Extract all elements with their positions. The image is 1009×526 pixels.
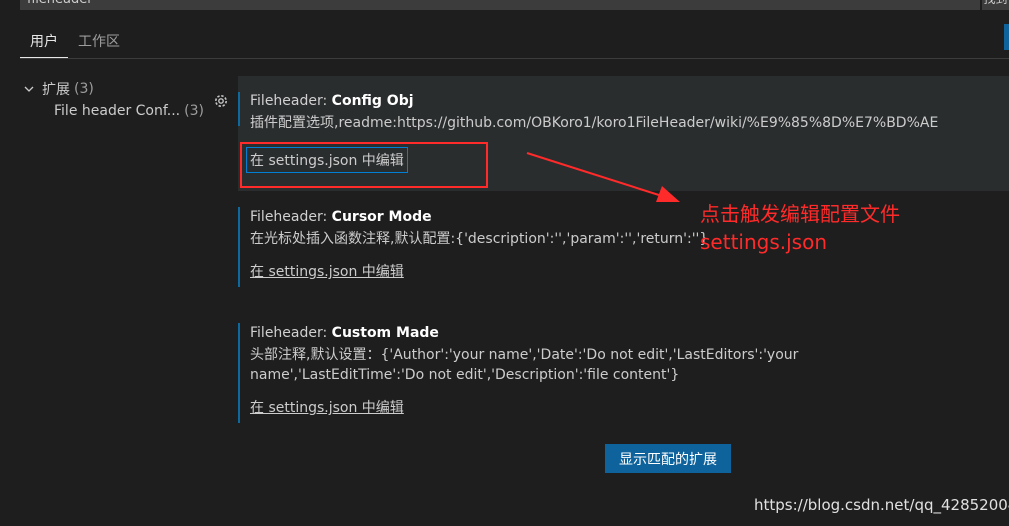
settings-toc: 扩展 (3) File header Conf... (3) <box>20 78 210 122</box>
toc-item-count: (3) <box>74 81 94 97</box>
setting-category: Fileheader: <box>250 209 332 225</box>
annotation-text: 点击触发编辑配置文件 settings.json <box>700 200 900 256</box>
toc-item-label: File header Conf... <box>54 103 181 119</box>
setting-name: Cursor Mode <box>331 209 432 225</box>
tab-workspace[interactable]: 工作区 <box>68 28 130 58</box>
toc-item-extensions[interactable]: 扩展 (3) <box>20 78 210 100</box>
toc-item-label: 扩展 <box>42 82 70 98</box>
settings-scope-tabs: 用户 工作区 <box>20 28 130 58</box>
scope-indicator <box>1004 24 1009 50</box>
search-result-count: 找到 <box>982 0 1009 10</box>
chevron-down-icon <box>20 83 38 95</box>
toc-item-file-header-config[interactable]: File header Conf... (3) <box>20 100 210 122</box>
show-matching-extensions-button[interactable]: 显示匹配的扩展 <box>605 444 731 473</box>
edit-in-settings-json-link[interactable]: 在 settings.json 中编辑 <box>250 397 404 417</box>
toc-item-count: (3) <box>184 103 204 119</box>
annotation-line-2: settings.json <box>700 230 828 254</box>
annotation-highlight-box <box>240 142 488 188</box>
setting-description: 头部注释,默认设置：{'Author':'your name','Date':'… <box>250 347 799 383</box>
setting-focus-bar <box>238 92 240 126</box>
setting-description: 插件配置选项,readme:https://github.com/OBKoro1… <box>250 115 939 131</box>
setting-indicator-bar <box>238 207 240 287</box>
setting-category: Fileheader: <box>250 325 332 341</box>
annotation-line-1: 点击触发编辑配置文件 <box>700 202 900 226</box>
search-input[interactable]: fileheader <box>20 0 980 10</box>
tab-user[interactable]: 用户 <box>20 28 68 58</box>
watermark: https://blog.csdn.net/qq_42852004 <box>754 496 1009 514</box>
edit-in-settings-json-link[interactable]: 在 settings.json 中编辑 <box>250 261 404 281</box>
setting-category: Fileheader: <box>250 93 332 109</box>
tabs-divider <box>20 58 1009 59</box>
setting-title: Fileheader: Custom Made <box>250 323 958 343</box>
setting-custom-made[interactable]: Fileheader: Custom Made 头部注释,默认设置：{'Auth… <box>238 323 958 423</box>
setting-name: Custom Made <box>331 325 439 341</box>
setting-name: Config Obj <box>331 93 414 109</box>
setting-indicator-bar <box>238 323 240 423</box>
gear-icon[interactable] <box>212 92 230 110</box>
setting-title: Fileheader: Config Obj <box>250 91 1009 111</box>
